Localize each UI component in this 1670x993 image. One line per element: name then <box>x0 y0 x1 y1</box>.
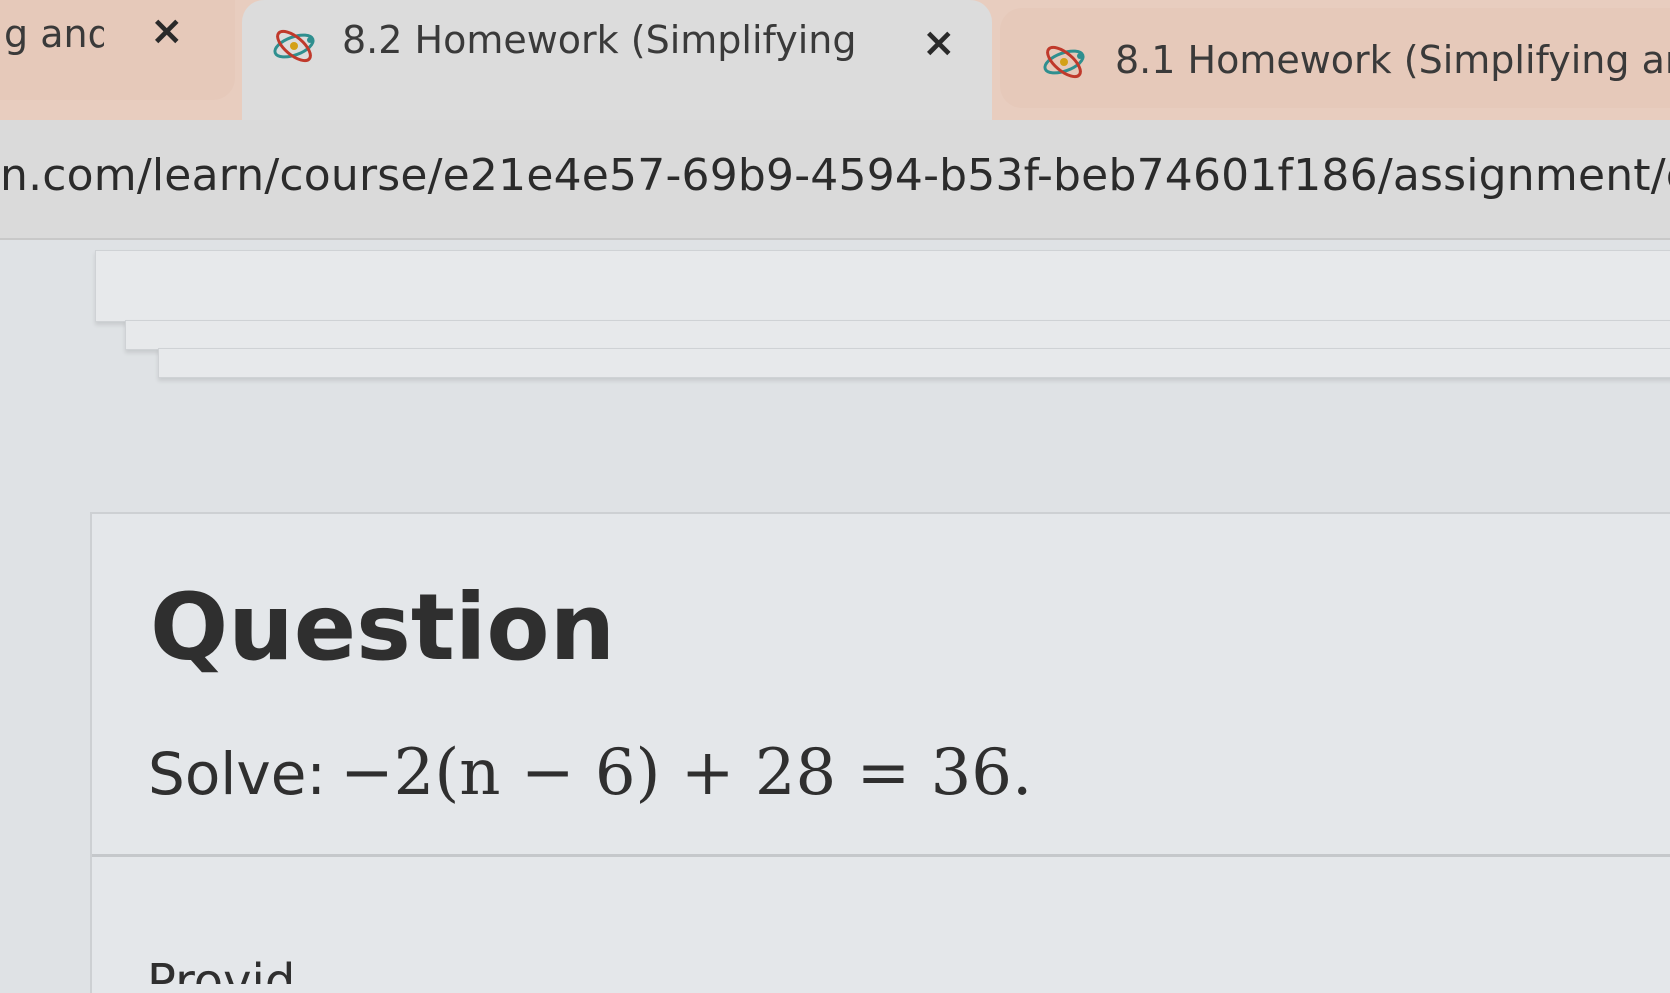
address-bar[interactable]: n.com/learn/course/e21e4e57-69b9-4594-b5… <box>0 120 1670 240</box>
divider <box>92 854 1670 857</box>
close-icon[interactable]: × <box>150 8 184 54</box>
page-content: Question Solve: −2(n − 6) + 28 = 36. Prov… <box>0 240 1670 993</box>
stacked-card <box>95 250 1670 322</box>
tab-homework-8-1[interactable]: 8.1 Homework (Simplifying and <box>1000 8 1670 108</box>
answer-instructions: Provid <box>147 954 296 984</box>
atom-logo-icon <box>270 22 318 70</box>
tab-title: g and <box>4 12 104 56</box>
tab-title: 8.1 Homework (Simplifying and <box>1115 38 1670 82</box>
question-card: Question Solve: −2(n − 6) + 28 = 36. Prov… <box>90 512 1670 993</box>
prompt-label: Solve: <box>148 740 326 808</box>
question-prompt: Solve: −2(n − 6) + 28 = 36. <box>148 736 1032 810</box>
tab-homework-8-2[interactable]: 8.2 Homework (Simplifying and × <box>242 0 992 125</box>
tab-previous[interactable]: g and × <box>0 0 235 100</box>
tab-strip: g and × 8.2 Homework (Simplifying and × <box>0 0 1670 125</box>
atom-logo-icon <box>1040 38 1088 86</box>
question-heading: Question <box>150 574 616 681</box>
browser-window: g and × 8.2 Homework (Simplifying and × <box>0 0 1670 993</box>
equation: −2(n − 6) + 28 = 36. <box>339 736 1033 810</box>
close-icon[interactable]: × <box>922 20 956 66</box>
tab-title: 8.2 Homework (Simplifying and <box>342 18 862 62</box>
stacked-card <box>125 320 1670 350</box>
url-text[interactable]: n.com/learn/course/e21e4e57-69b9-4594-b5… <box>0 150 1670 201</box>
stacked-card <box>158 348 1670 378</box>
